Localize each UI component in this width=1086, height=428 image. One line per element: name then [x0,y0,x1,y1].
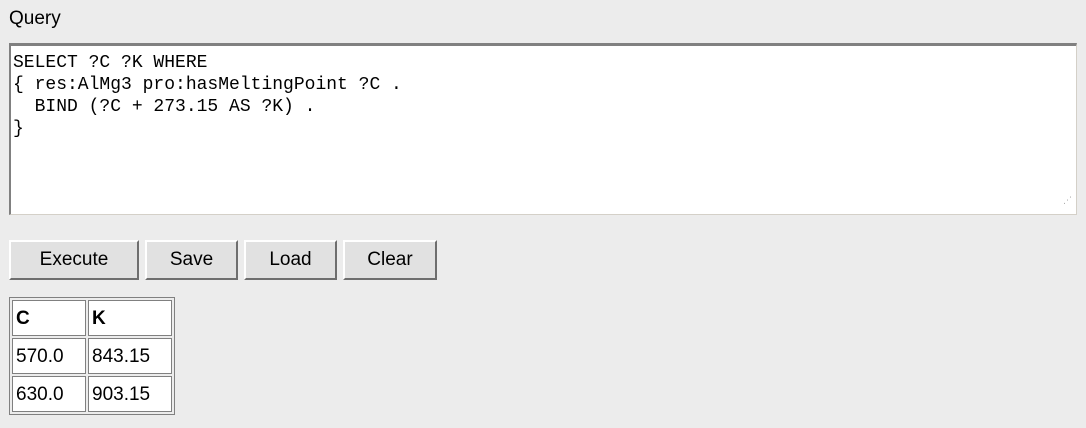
execute-button[interactable]: Execute [9,240,139,280]
button-row: Execute Save Load Clear [9,240,437,280]
table-row: 570.0 843.15 [12,338,172,374]
resize-grip-icon[interactable]: ⋰ [1063,197,1075,211]
table-cell: 903.15 [88,376,172,412]
table-cell: 843.15 [88,338,172,374]
column-header-k: K [88,300,172,336]
column-header-c: C [12,300,86,336]
load-button[interactable]: Load [244,240,337,280]
table-cell: 630.0 [12,376,86,412]
results-table: C K 570.0 843.15 630.0 903.15 [9,297,175,415]
query-editor[interactable]: SELECT ?C ?K WHERE { res:AlMg3 pro:hasMe… [9,43,1077,215]
table-cell: 570.0 [12,338,86,374]
save-button[interactable]: Save [145,240,238,280]
table-row: 630.0 903.15 [12,376,172,412]
query-label: Query [9,8,61,29]
table-header-row: C K [12,300,172,336]
clear-button[interactable]: Clear [343,240,437,280]
